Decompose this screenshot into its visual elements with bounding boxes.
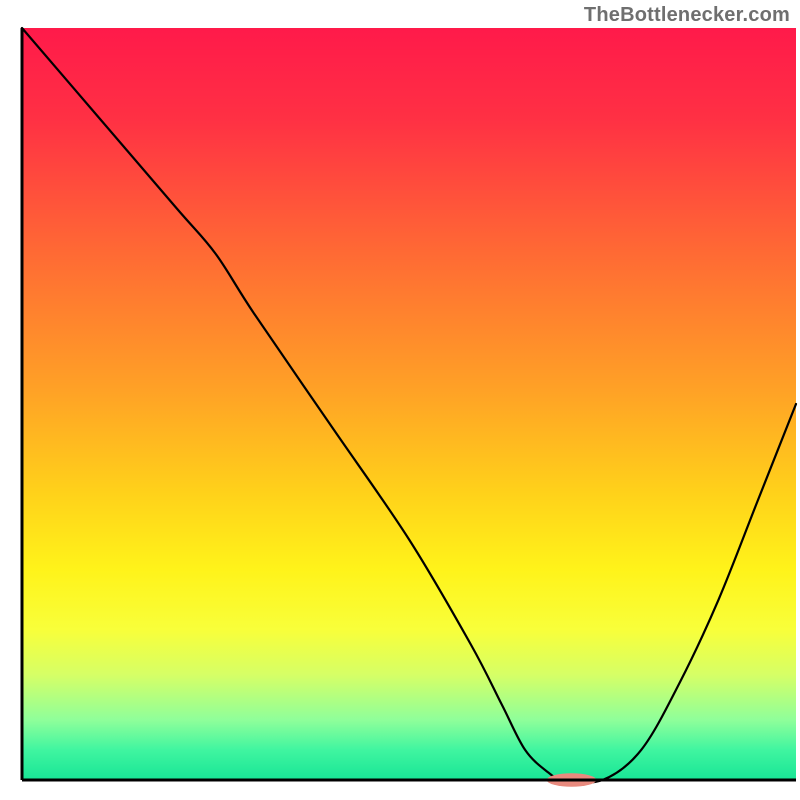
gradient-background	[22, 28, 796, 780]
plot-svg	[0, 0, 800, 800]
bottleneck-chart: TheBottlenecker.com	[0, 0, 800, 800]
